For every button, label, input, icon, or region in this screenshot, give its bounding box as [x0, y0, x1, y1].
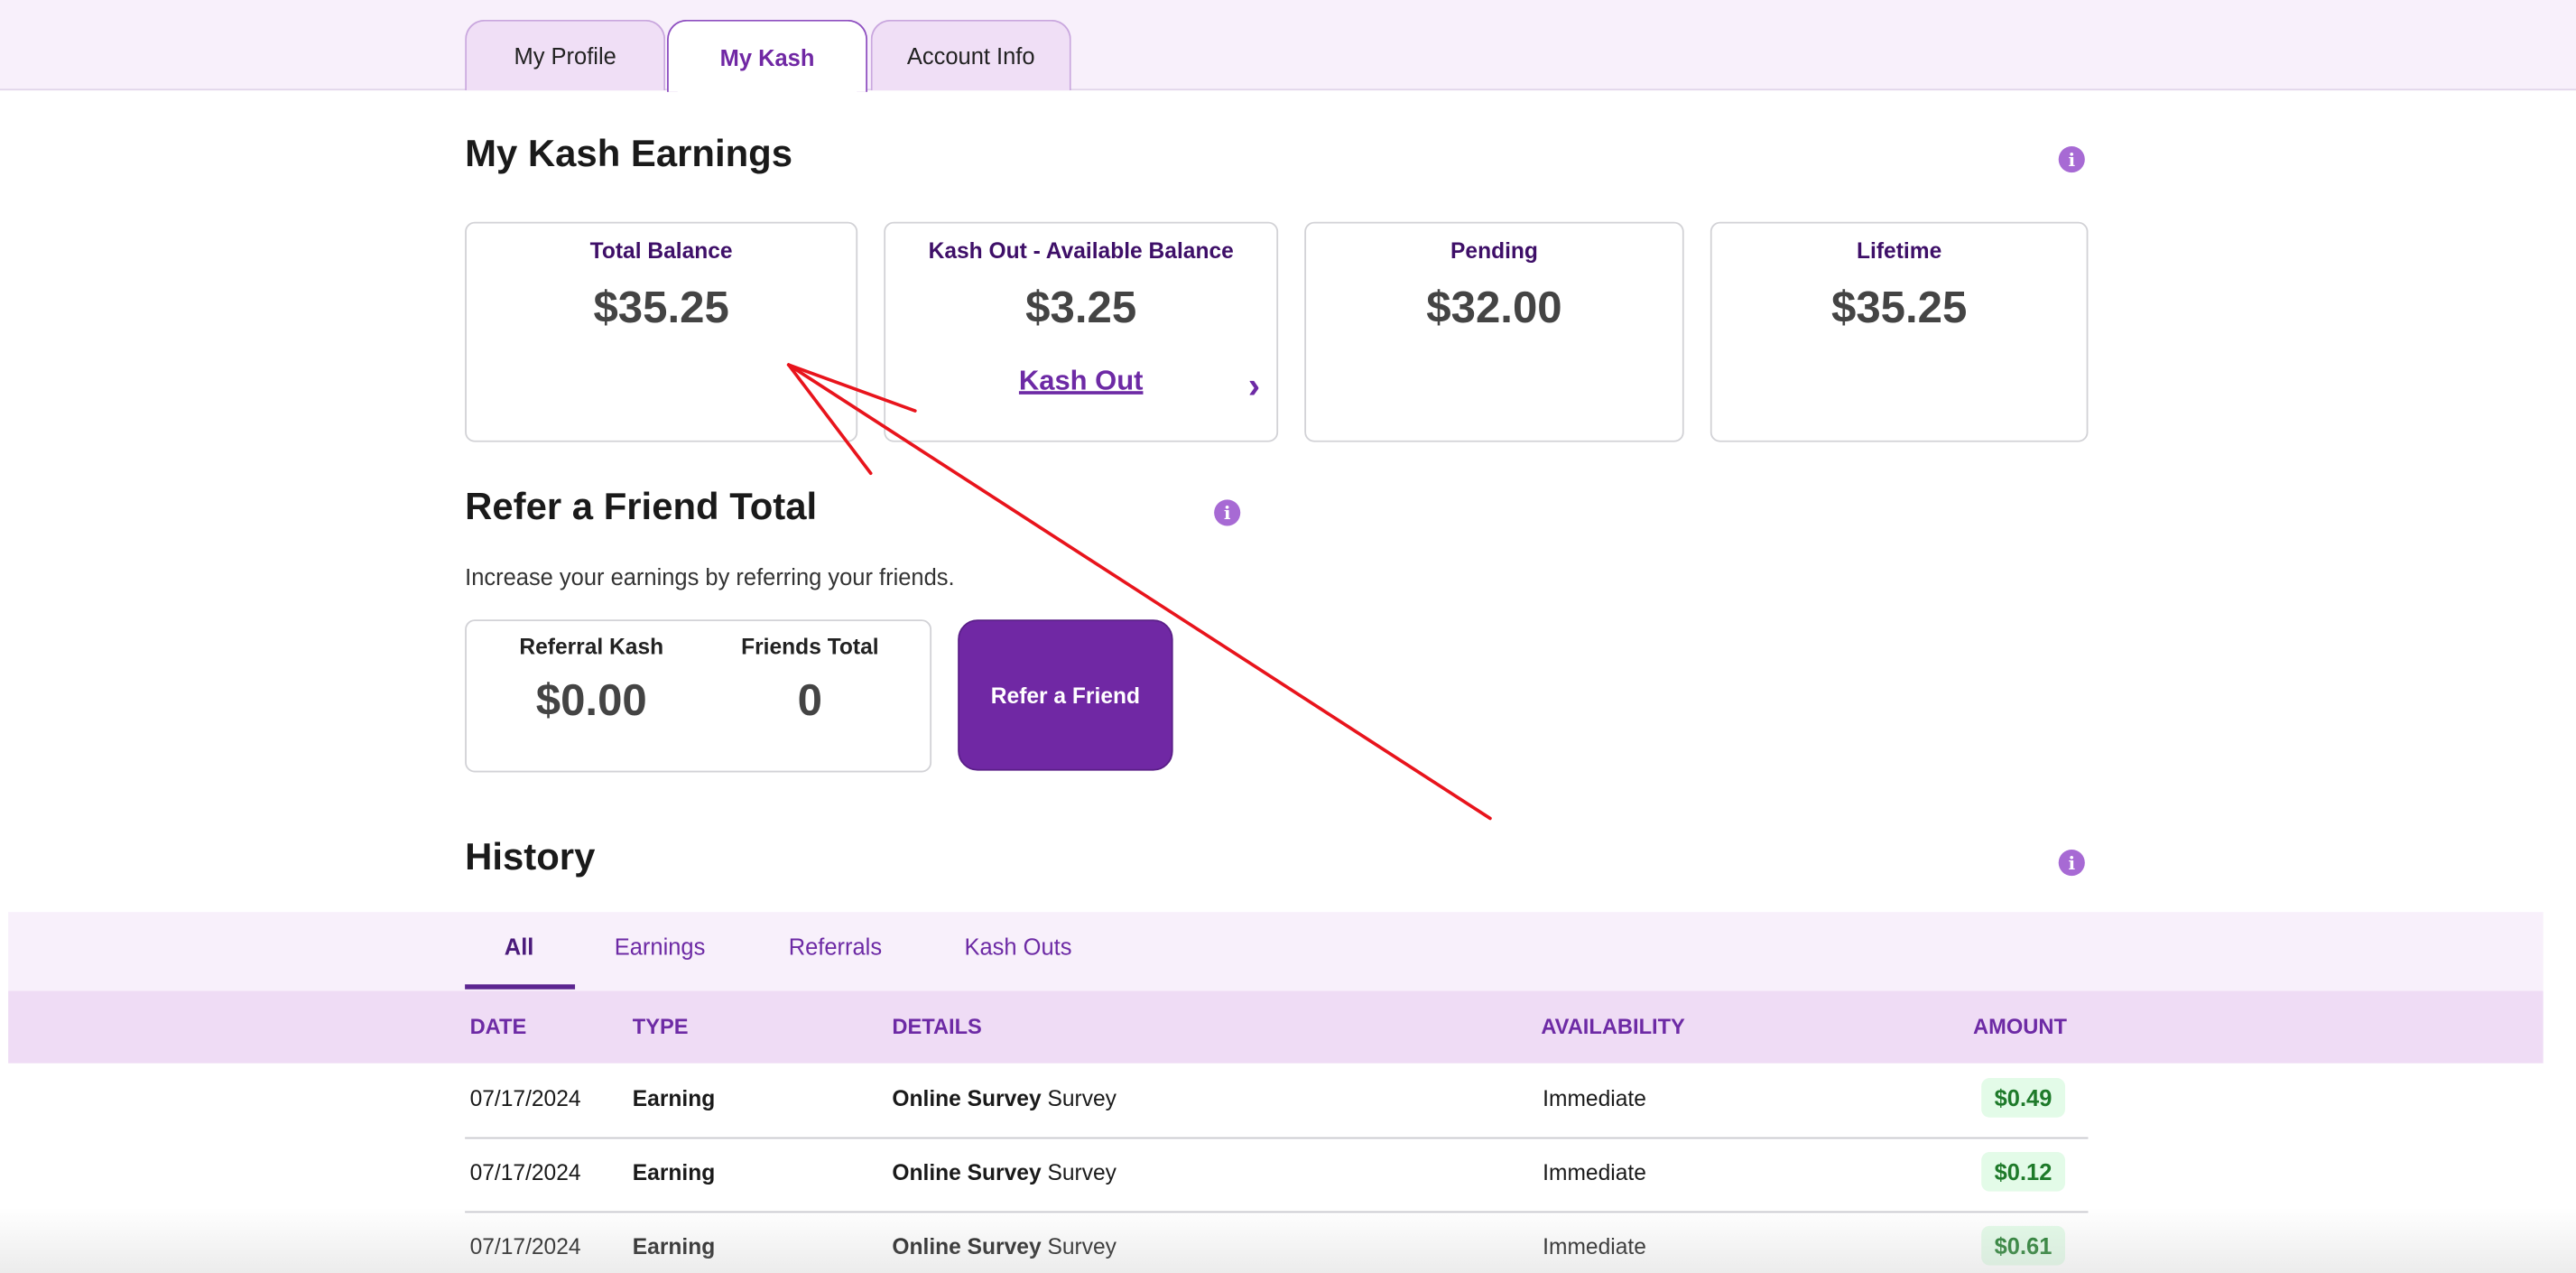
my-kash-page: My Profile My Kash Account Info My Kash …	[0, 0, 2576, 1273]
arrow-shaft	[786, 363, 1492, 821]
red-arrow-annotation	[786, 363, 1492, 821]
bottom-fade	[0, 1207, 2576, 1273]
